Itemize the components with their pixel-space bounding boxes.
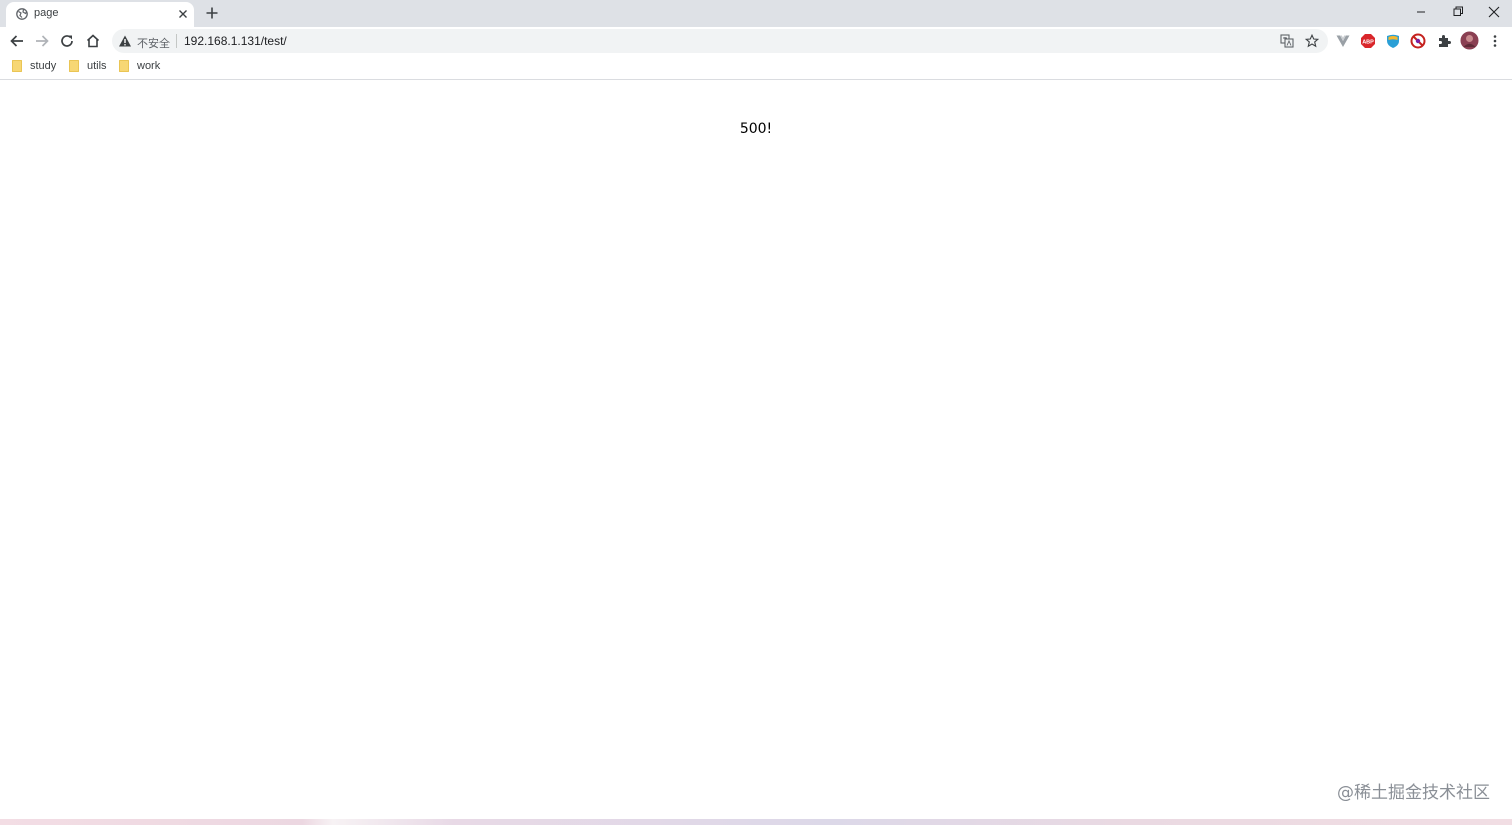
taskbar-edge	[0, 819, 1512, 825]
error-message: 500!	[739, 121, 773, 137]
vue-devtools-icon[interactable]	[1335, 33, 1351, 49]
window-close-icon[interactable]	[1484, 3, 1504, 21]
bookmarks-bar: study utils work	[0, 55, 1512, 80]
omnibox[interactable]: 不安全 192.168.1.131/test/	[112, 29, 1328, 53]
back-icon[interactable]	[8, 32, 26, 50]
svg-text:ABP: ABP	[1362, 39, 1374, 45]
page-content: 500! @稀土掘金技术社区	[0, 81, 1512, 819]
folder-icon	[69, 60, 79, 72]
bookmark-label: work	[137, 60, 161, 72]
watermark: @稀土掘金技术社区	[1337, 783, 1490, 803]
forward-icon[interactable]	[33, 32, 51, 50]
omnibox-divider	[176, 34, 177, 48]
extension-shield-icon[interactable]	[1385, 33, 1401, 49]
home-icon[interactable]	[84, 32, 102, 50]
browser-toolbar: 不安全 192.168.1.131/test/ ABP	[0, 27, 1512, 55]
star-icon[interactable]	[1305, 34, 1319, 48]
adblock-plus-icon[interactable]: ABP	[1360, 33, 1376, 49]
bookmark-label: utils	[87, 60, 107, 72]
bookmark-label: study	[30, 60, 57, 72]
tab-title: page	[34, 7, 59, 19]
security-label[interactable]: 不安全	[137, 35, 170, 51]
browser-tab[interactable]: page	[6, 2, 194, 27]
avatar[interactable]	[1460, 31, 1479, 50]
puzzle-icon[interactable]	[1436, 33, 1452, 49]
folder-icon	[119, 60, 129, 72]
minimize-icon[interactable]	[1411, 3, 1431, 21]
tab-strip: page	[0, 0, 1512, 27]
folder-icon	[12, 60, 22, 72]
close-icon[interactable]	[176, 7, 190, 21]
plus-icon[interactable]	[204, 5, 220, 21]
reload-icon[interactable]	[58, 32, 76, 50]
kebab-menu-icon[interactable]	[1487, 33, 1503, 49]
warning-icon[interactable]	[118, 34, 132, 48]
url-text[interactable]: 192.168.1.131/test/	[184, 34, 287, 48]
globe-icon	[16, 8, 28, 20]
block-icon[interactable]	[1410, 33, 1426, 49]
translate-icon[interactable]	[1280, 34, 1294, 48]
restore-icon[interactable]	[1448, 3, 1468, 21]
